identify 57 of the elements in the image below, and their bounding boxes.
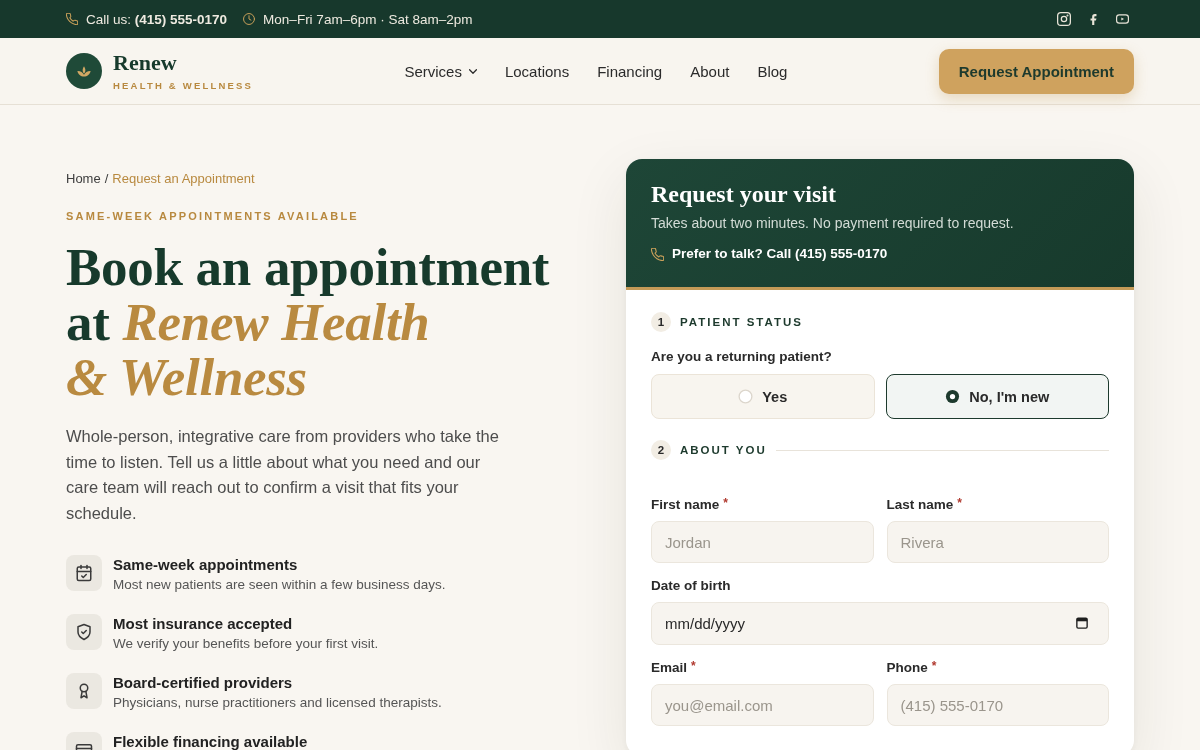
eyebrow-text: SAME-WEEK APPOINTMENTS AVAILABLE xyxy=(66,209,360,223)
step-number: 2 xyxy=(651,440,671,460)
field-label: Phone xyxy=(886,660,928,676)
feature-description: We verify your benefits before your first visit. xyxy=(113,635,379,652)
field-label: Email xyxy=(651,660,688,676)
feature-title: Board-certified providers xyxy=(113,673,294,692)
nav-link[interactable]: Blog xyxy=(757,62,788,80)
required-mark: * xyxy=(691,660,696,672)
phone-icon xyxy=(66,13,78,25)
phone-text: Call us: (415) 555-0170 xyxy=(86,11,228,27)
facebook-icon[interactable] xyxy=(1090,12,1097,26)
feature-description: Physicians, nurse practitioners and licensed therapists. xyxy=(113,694,442,711)
form-subtitle: Takes about two minutes. No payment required to request. xyxy=(651,214,1015,232)
section-title: PATIENT STATUS xyxy=(680,316,803,328)
instagram-icon[interactable] xyxy=(1057,12,1071,26)
input-field[interactable]: (415) 555-0170 xyxy=(886,684,1109,726)
form-title: Request your visit xyxy=(651,180,837,208)
hours-text: Mon–Fri 7am–6pm · Sat 8am–2pm xyxy=(263,11,473,27)
required-mark: * xyxy=(957,497,962,509)
calendar-check-icon xyxy=(66,554,102,591)
youtube-icon[interactable] xyxy=(1116,14,1129,24)
patient-option[interactable]: Yes xyxy=(651,374,875,419)
phone-icon xyxy=(651,247,664,261)
brand-name: Renew xyxy=(113,51,178,74)
brand-tagline: HEALTH & WELLNESS xyxy=(113,79,254,91)
nav-link[interactable]: Financing xyxy=(597,62,663,80)
feature-title: Most insurance accepted xyxy=(113,614,294,633)
breadcrumb-link[interactable]: Home xyxy=(66,171,101,187)
clock-icon xyxy=(243,13,256,25)
field-label: Last name xyxy=(886,497,954,513)
page-heading: Book an appointment at Renew Health & Wellness xyxy=(66,240,551,405)
field-label: Date of birth xyxy=(651,578,731,594)
shield-check-icon xyxy=(66,613,102,650)
date-field[interactable]: mm/dd/yyyy xyxy=(651,602,1109,645)
required-mark: * xyxy=(931,660,937,672)
calendar-icon[interactable] xyxy=(1076,617,1088,629)
feature-title: Flexible financing available xyxy=(113,732,308,750)
feature-title: Same-week appointments xyxy=(113,555,299,574)
field-label: First name xyxy=(651,497,720,513)
feature-description: Most new patients are seen within a few business days. xyxy=(113,576,446,593)
input-field[interactable]: Jordan xyxy=(651,521,874,563)
request-appointment-button[interactable]: Request Appointment xyxy=(938,48,1134,94)
call-prompt[interactable]: Prefer to talk? Call (415) 555-0170 xyxy=(672,245,888,263)
nav-link[interactable]: About xyxy=(690,62,730,80)
intro-paragraph: Whole-person, integrative care from providers who take the time to listen. Tell us a little about what you need and our care team will reach out to confirm a visit that fits your schedule. xyxy=(66,426,500,525)
required-mark: * xyxy=(723,497,728,509)
input-field[interactable]: Rivera xyxy=(886,521,1109,563)
question-label: Are you a returning patient? xyxy=(651,349,833,365)
award-ribbon-icon xyxy=(66,672,102,709)
breadcrumb-separator: / xyxy=(104,171,109,187)
section-title: ABOUT YOU xyxy=(680,444,767,456)
input-field[interactable]: you@email.com xyxy=(651,684,874,726)
patient-option[interactable]: No, I'm new xyxy=(885,374,1109,419)
nav-link[interactable]: Services xyxy=(404,62,477,80)
nav-link[interactable]: Locations xyxy=(504,62,570,80)
leaf-logo-icon[interactable] xyxy=(66,53,102,89)
step-number: 1 xyxy=(651,312,671,332)
